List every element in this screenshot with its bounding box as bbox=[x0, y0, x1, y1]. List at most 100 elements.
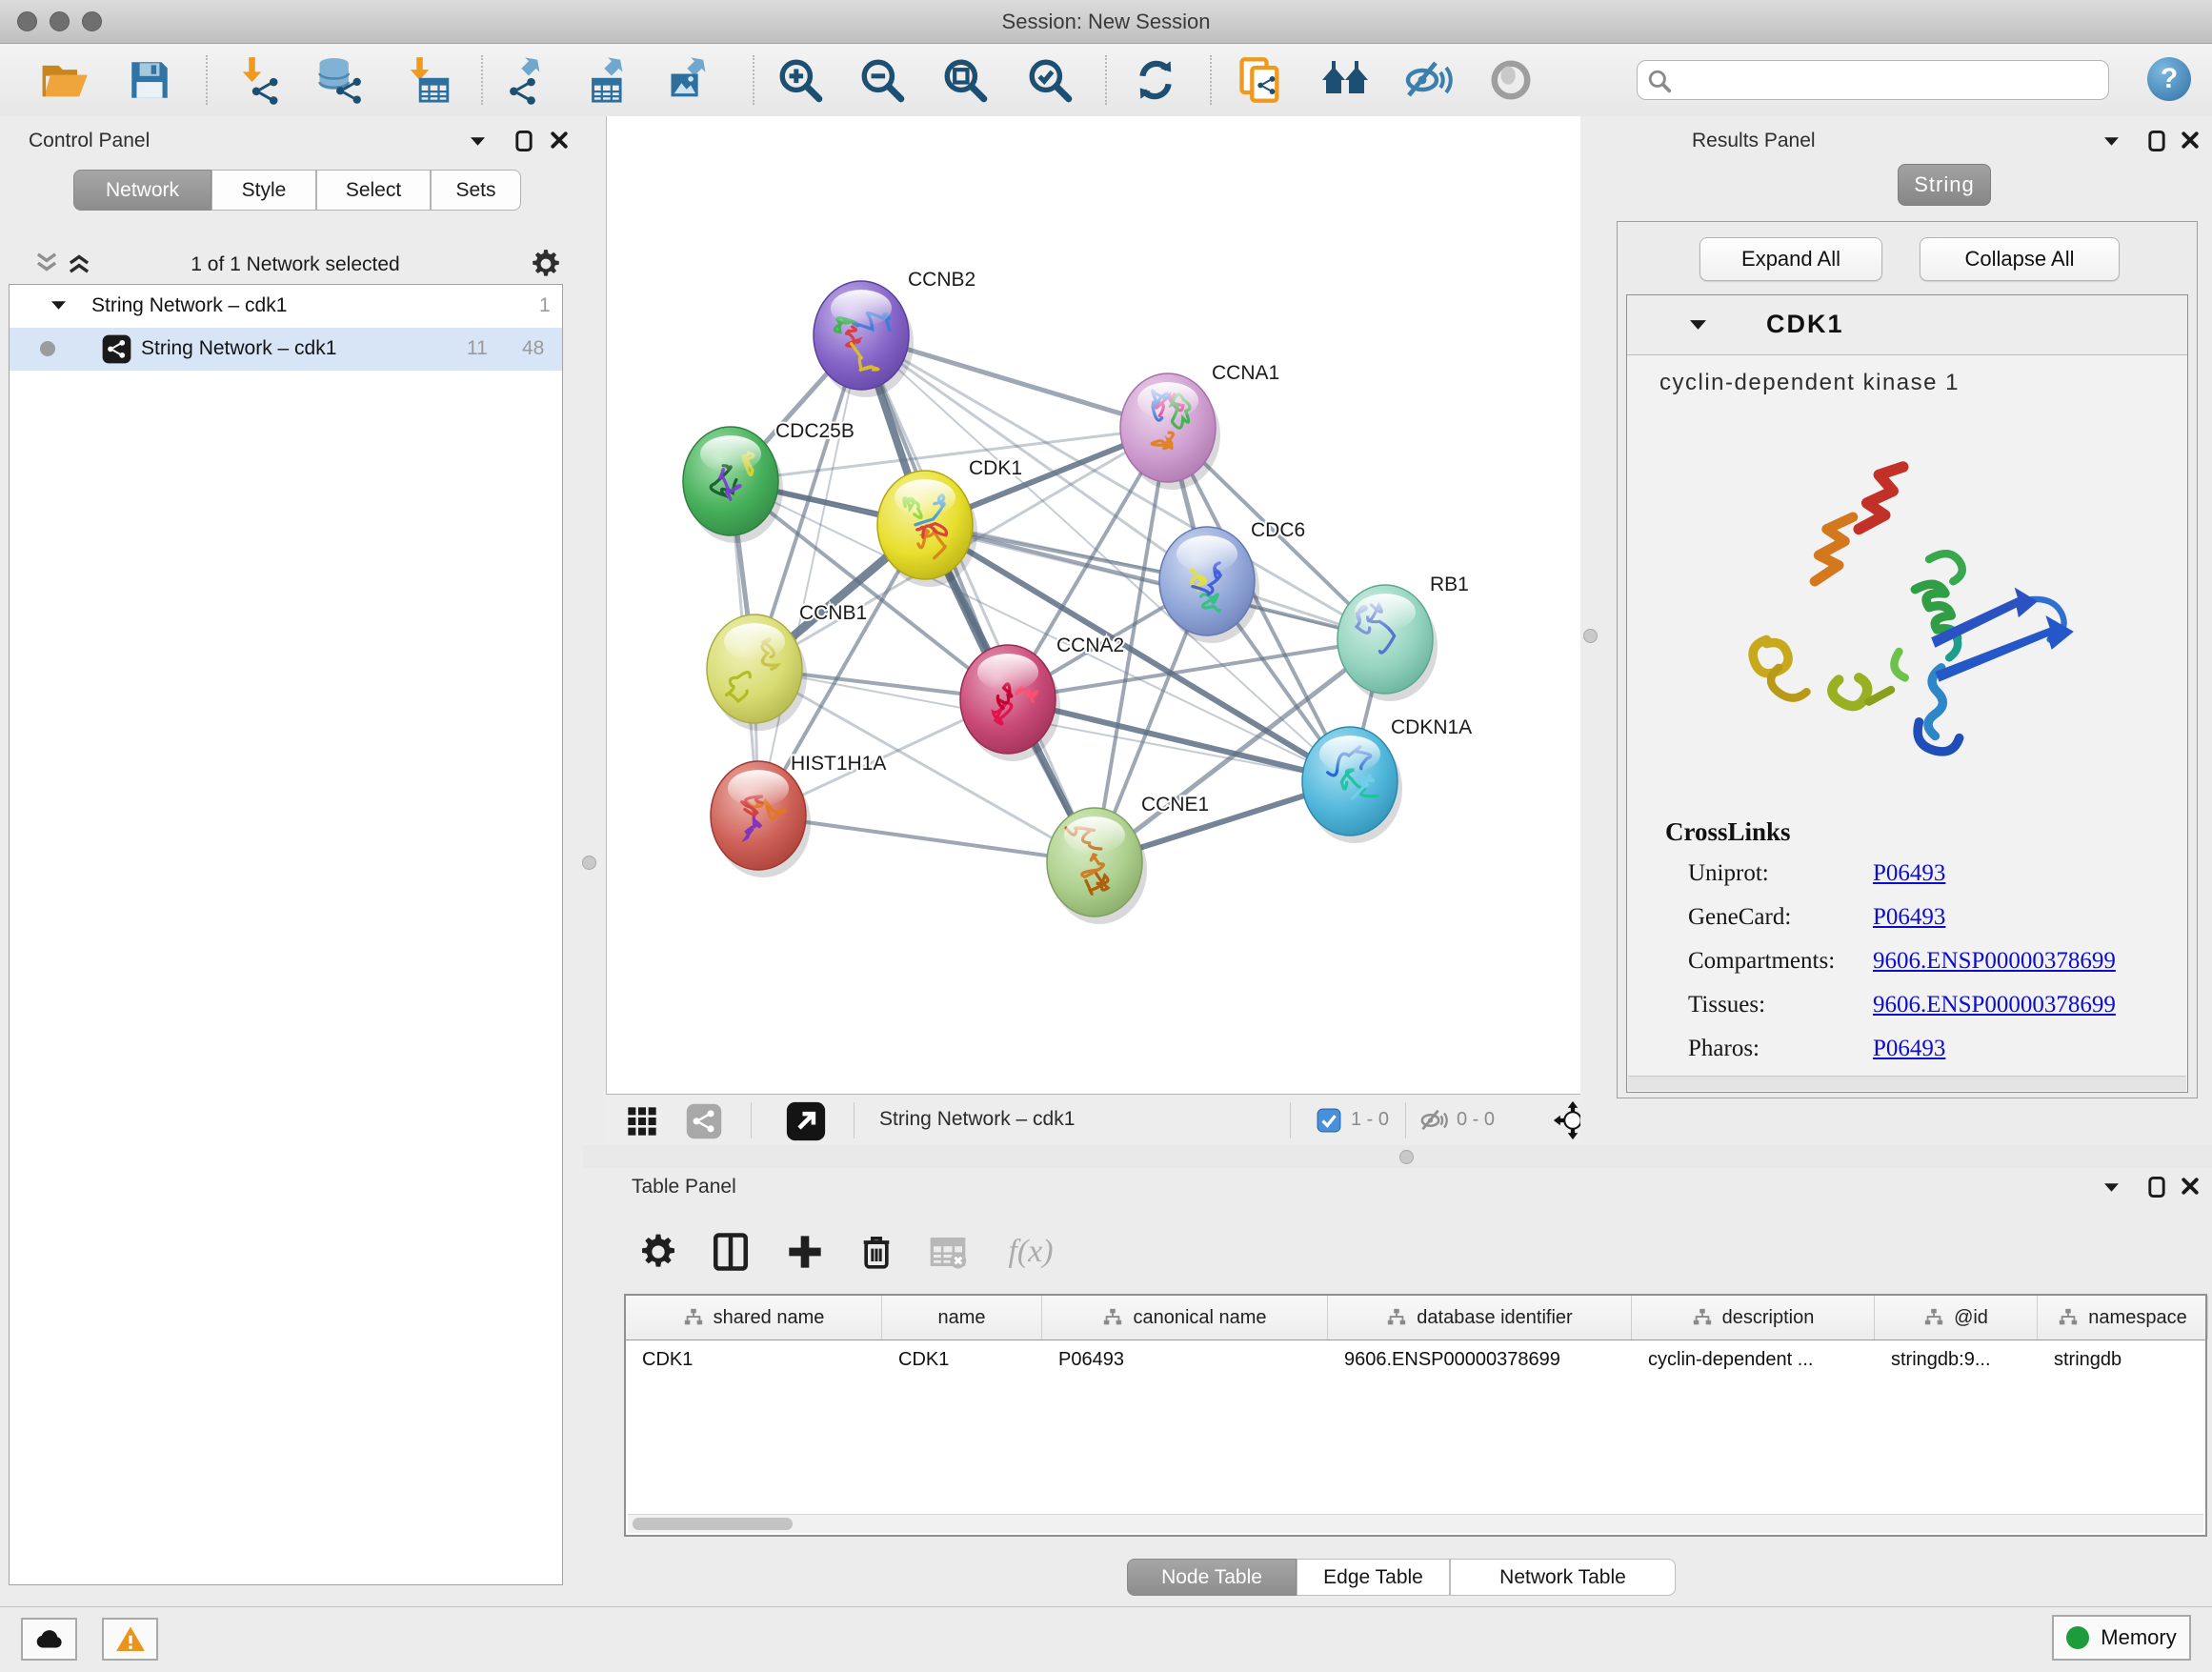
column-header-description[interactable]: description bbox=[1632, 1296, 1875, 1340]
network-edge-CCNB2-HIST1H1A[interactable] bbox=[758, 335, 861, 816]
help-button[interactable]: ? bbox=[2147, 57, 2191, 101]
network-node-CDK1[interactable] bbox=[877, 471, 977, 587]
column-header-namespace[interactable]: namespace bbox=[2038, 1296, 2208, 1340]
crosslink-link[interactable]: 9606.ENSP00000378699 bbox=[1873, 992, 2116, 1017]
network-node-RB1[interactable] bbox=[1337, 585, 1438, 701]
memory-button[interactable]: Memory bbox=[2052, 1615, 2191, 1661]
open-session-button[interactable] bbox=[34, 52, 95, 108]
panel-float-icon[interactable] bbox=[2147, 130, 2166, 152]
results-scrollbar[interactable] bbox=[1628, 1076, 2186, 1091]
panel-menu-icon[interactable] bbox=[2104, 1183, 2119, 1192]
birds-eye-view-button[interactable] bbox=[1315, 52, 1376, 108]
table-cell[interactable]: cyclin-dependent ... bbox=[1632, 1340, 1875, 1382]
network-node-CDKN1A[interactable] bbox=[1302, 727, 1402, 843]
crosslink-link[interactable]: P06493 bbox=[1873, 904, 1945, 930]
panel-menu-icon[interactable] bbox=[2104, 137, 2119, 146]
network-canvas[interactable]: CCNB2CCNA1CDC25BCDK1CDC6RB1CCNB1CCNA2CDK… bbox=[606, 116, 1582, 1094]
network-node-CDC25B[interactable] bbox=[683, 427, 783, 543]
clone-network-button[interactable] bbox=[1230, 52, 1291, 108]
crosslink-link[interactable]: P06493 bbox=[1873, 1036, 1945, 1061]
network-options-gear-icon[interactable] bbox=[530, 248, 562, 280]
network-node-CCNA2[interactable] bbox=[960, 645, 1060, 761]
expand-all-button[interactable]: Expand All bbox=[1699, 237, 1882, 281]
tab-edge-table[interactable]: Edge Table bbox=[1297, 1559, 1450, 1596]
search-input[interactable] bbox=[1678, 65, 2101, 95]
network-edge-CDK1-RB1[interactable] bbox=[925, 525, 1385, 639]
collapse-all-chevron-icon[interactable] bbox=[67, 252, 91, 274]
tab-sets[interactable]: Sets bbox=[431, 170, 521, 211]
tab-string[interactable]: String bbox=[1898, 164, 1991, 206]
table-cell[interactable]: 9606.ENSP00000378699 bbox=[1328, 1340, 1632, 1382]
column-header-canonical-name[interactable]: canonical name bbox=[1042, 1296, 1328, 1340]
cloud-status-button[interactable] bbox=[21, 1618, 77, 1661]
section-collapse-icon[interactable] bbox=[1690, 320, 1706, 330]
delete-table-button-disabled[interactable] bbox=[921, 1225, 975, 1279]
network-node-CCNA1[interactable] bbox=[1120, 373, 1220, 490]
share-view-icon-disabled[interactable] bbox=[686, 1103, 722, 1139]
left-splitter[interactable] bbox=[572, 116, 606, 1145]
tab-select[interactable]: Select bbox=[316, 170, 431, 211]
node-section-header[interactable]: CDK1 bbox=[1627, 295, 2187, 355]
import-network-database-button[interactable] bbox=[308, 52, 369, 108]
delete-column-button[interactable] bbox=[850, 1225, 903, 1279]
table-row[interactable]: CDK1CDK1P064939606.ENSP00000378699cyclin… bbox=[626, 1340, 2205, 1382]
zoom-in-button[interactable] bbox=[770, 52, 831, 108]
warnings-button[interactable] bbox=[102, 1618, 158, 1661]
export-image-button[interactable] bbox=[659, 52, 720, 108]
splitter-handle[interactable] bbox=[582, 856, 596, 870]
open-in-new-icon[interactable] bbox=[786, 1101, 826, 1141]
collapse-all-button[interactable]: Collapse All bbox=[1920, 237, 2120, 281]
crosslink-link[interactable]: P06493 bbox=[1873, 860, 1945, 886]
scrollbar-thumb[interactable] bbox=[633, 1518, 793, 1530]
tab-network-table[interactable]: Network Table bbox=[1450, 1559, 1676, 1596]
table-cell[interactable]: CDK1 bbox=[626, 1340, 882, 1382]
refresh-button[interactable] bbox=[1125, 52, 1186, 108]
zoom-out-button[interactable] bbox=[852, 52, 913, 108]
table-cell[interactable]: stringdb bbox=[2038, 1340, 2208, 1382]
panel-close-icon[interactable] bbox=[2182, 131, 2199, 149]
splitter-handle[interactable] bbox=[1583, 629, 1598, 643]
level-of-detail-button[interactable] bbox=[1480, 52, 1541, 108]
network-row-selected[interactable]: String Network – cdk1 11 48 bbox=[10, 328, 562, 371]
column-header-name[interactable]: name bbox=[882, 1296, 1042, 1340]
network-node-CDC6[interactable] bbox=[1159, 527, 1259, 643]
table-horizontal-scrollbar[interactable] bbox=[628, 1514, 2203, 1533]
show-columns-button[interactable] bbox=[704, 1225, 757, 1279]
network-node-CCNB2[interactable] bbox=[814, 281, 914, 397]
export-table-button[interactable] bbox=[576, 52, 637, 108]
tree-expander-icon[interactable] bbox=[51, 301, 66, 310]
panel-menu-icon[interactable] bbox=[471, 137, 485, 146]
import-network-file-button[interactable] bbox=[228, 52, 289, 108]
hidden-eye-slash-icon[interactable] bbox=[1419, 1107, 1448, 1134]
panel-float-icon[interactable] bbox=[514, 130, 533, 152]
tab-network[interactable]: Network bbox=[73, 170, 211, 211]
tab-style[interactable]: Style bbox=[211, 170, 316, 211]
panel-close-icon[interactable] bbox=[551, 131, 568, 149]
column-header-@id[interactable]: @id bbox=[1875, 1296, 2038, 1340]
table-options-button[interactable] bbox=[632, 1225, 685, 1279]
panel-float-icon[interactable] bbox=[2147, 1176, 2166, 1199]
column-header-database-identifier[interactable]: database identifier bbox=[1328, 1296, 1632, 1340]
table-cell[interactable]: CDK1 bbox=[882, 1340, 1042, 1382]
zoom-fit-button[interactable] bbox=[935, 52, 995, 108]
horizontal-splitter[interactable] bbox=[583, 1145, 2212, 1168]
splitter-handle[interactable] bbox=[1399, 1150, 1414, 1164]
function-builder-button-disabled[interactable]: f(x) bbox=[988, 1225, 1074, 1279]
expand-all-chevron-icon[interactable] bbox=[34, 252, 59, 274]
right-splitter[interactable] bbox=[1580, 116, 1599, 1145]
network-collection-row[interactable]: String Network – cdk1 1 bbox=[10, 285, 562, 328]
crosslink-link[interactable]: 9606.ENSP00000378699 bbox=[1873, 948, 2116, 974]
import-table-button[interactable] bbox=[395, 52, 456, 108]
hide-graphics-details-button[interactable] bbox=[1398, 52, 1458, 108]
save-session-button[interactable] bbox=[119, 52, 180, 108]
zoom-selected-button[interactable] bbox=[1019, 52, 1080, 108]
table-cell[interactable]: stringdb:9... bbox=[1875, 1340, 2038, 1382]
tab-node-table[interactable]: Node Table bbox=[1127, 1559, 1297, 1596]
create-column-button[interactable] bbox=[778, 1225, 832, 1279]
export-network-button[interactable] bbox=[493, 52, 554, 108]
table-cell[interactable]: P06493 bbox=[1042, 1340, 1328, 1382]
panel-close-icon[interactable] bbox=[2182, 1178, 2199, 1195]
selected-checkbox-icon[interactable] bbox=[1317, 1108, 1341, 1133]
network-node-HIST1H1A[interactable] bbox=[711, 761, 811, 877]
column-header-shared-name[interactable]: shared name bbox=[626, 1296, 882, 1340]
